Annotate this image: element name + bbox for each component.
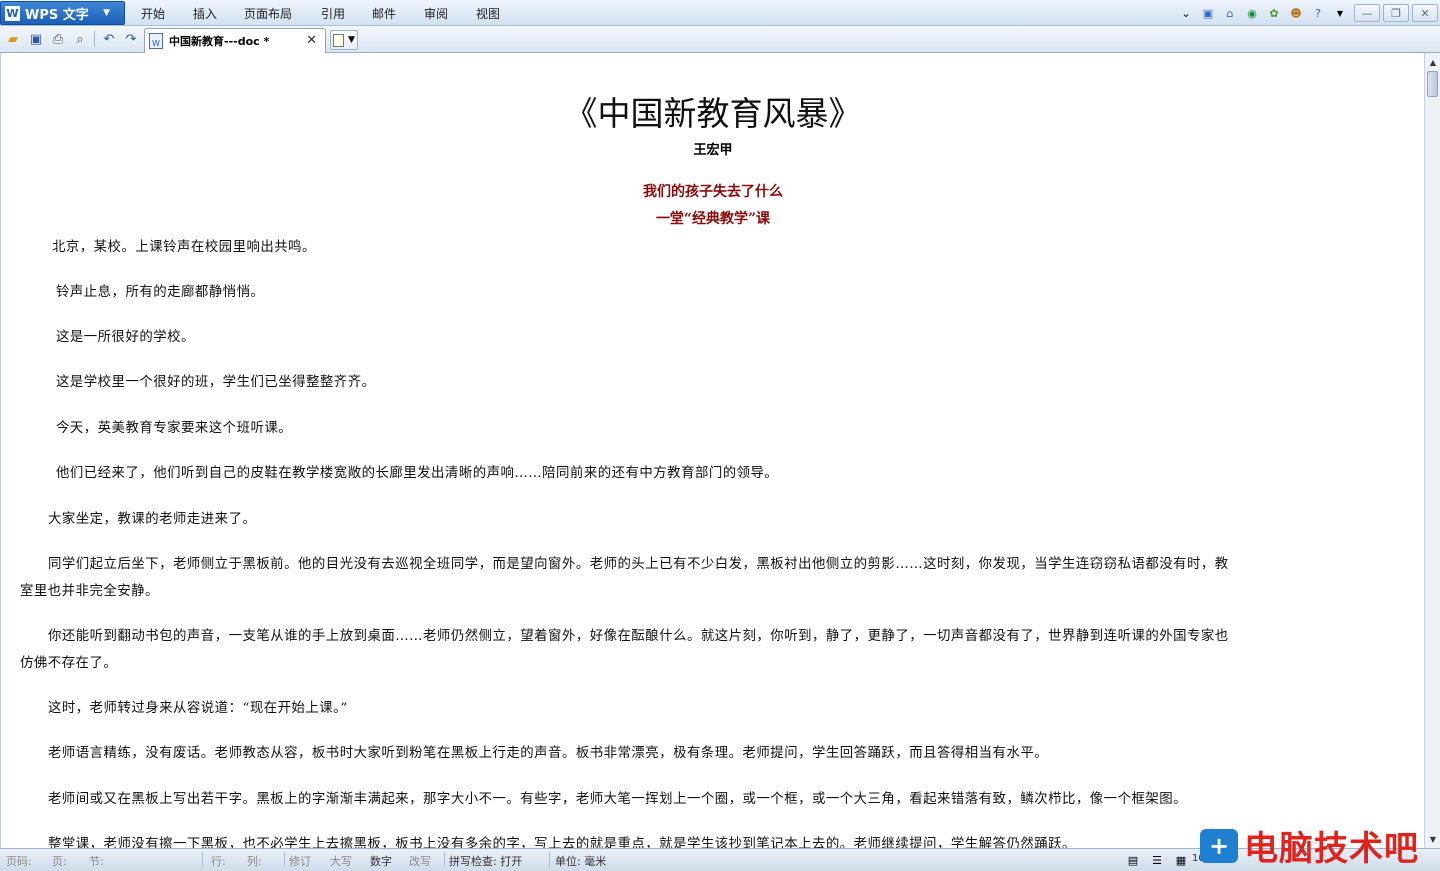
quick-toolbar: ▰ ▣ ⎙ ⌕ ↶ ↷ W 中国新教育---doc * ✕ ▼ xyxy=(0,26,1440,53)
paragraph-continuation: 室里也并非完全安静。 xyxy=(20,584,159,599)
chevron-down-icon: ▼ xyxy=(103,8,110,18)
template-icon[interactable]: ✿ xyxy=(1266,5,1282,21)
new-page-icon xyxy=(333,33,345,47)
chevron-down-icon: ▼ xyxy=(348,35,355,45)
menu-home[interactable]: 开始 xyxy=(141,5,165,22)
status-divider xyxy=(444,852,445,867)
status-page[interactable]: 页码: xyxy=(6,853,32,869)
site-watermark: + 电脑技术吧 xyxy=(1200,820,1440,871)
outline-view-icon[interactable]: ☰ xyxy=(1148,851,1166,869)
paragraph: 同学们起立后坐下，老师侧立于黑板前。他的目光没有去巡视全班同学，而是望向窗外。老… xyxy=(48,557,1229,572)
help-dropdown-icon[interactable]: ▼ xyxy=(1332,5,1348,21)
menu-mail[interactable]: 邮件 xyxy=(372,5,396,22)
status-unit[interactable]: 单位: 毫米 xyxy=(555,853,606,869)
paragraph: 北京，某校。上课铃声在校园里响出共鸣。 xyxy=(52,240,316,255)
open-folder-icon[interactable]: ▰ xyxy=(4,30,22,48)
status-col: 列: xyxy=(247,855,262,868)
status-num: 数字 xyxy=(370,855,392,868)
paragraph-continuation: 仿佛不存在了。 xyxy=(20,656,118,671)
document-title: 《中国新教育风暴》 xyxy=(564,94,862,133)
paragraph: 这时，老师转过身来从容说道：“现在开始上课。” xyxy=(48,701,348,716)
save-icon[interactable]: ▣ xyxy=(27,30,45,48)
document-tab-label: 中国新教育---doc * xyxy=(169,35,270,48)
document-tab[interactable]: W 中国新教育---doc * ✕ xyxy=(144,28,326,53)
paragraph: 这是学校里一个很好的班，学生们已坐得整整齐齐。 xyxy=(56,375,376,390)
document-canvas[interactable]: 《中国新教育风暴》 王宏甲 我们的孩子失去了什么 一堂“经典教学”课 北京，某校… xyxy=(0,53,1424,848)
close-tab-icon[interactable]: ✕ xyxy=(306,33,317,48)
wps-logo-icon: W xyxy=(5,5,20,21)
status-caps: 大写 xyxy=(330,855,352,868)
paragraph: 老师语言精练，没有废话。老师教态从容，板书时大家听到粉笔在黑板上行走的声音。板书… xyxy=(48,746,1049,761)
user-icon[interactable]: ☻ xyxy=(1288,5,1304,21)
minimize-button[interactable]: — xyxy=(1354,4,1380,22)
view-mode-buttons: ▤ ☰ ▦ xyxy=(1124,851,1196,869)
status-spell-check[interactable]: 拼写检查: 打开 xyxy=(449,853,522,869)
redo-icon[interactable]: ↷ xyxy=(122,30,140,48)
help-icon[interactable]: ? xyxy=(1310,5,1326,21)
menu-view[interactable]: 视图 xyxy=(476,5,500,22)
status-divider xyxy=(549,852,550,867)
undo-icon[interactable]: ↶ xyxy=(100,30,118,48)
status-section: 节: xyxy=(89,855,104,868)
status-overwrite[interactable]: 改写 xyxy=(409,853,431,869)
home-icon[interactable]: ⌂ xyxy=(1222,5,1238,21)
menu-review[interactable]: 审阅 xyxy=(424,5,448,22)
paragraph: 大家坐定，教课的老师走进来了。 xyxy=(48,512,257,527)
globe-icon[interactable]: ◉ xyxy=(1244,5,1260,21)
status-divider xyxy=(202,852,203,867)
document-icon: W xyxy=(149,33,163,49)
print-preview-icon[interactable]: ⌕ xyxy=(71,30,89,48)
status-divider xyxy=(284,852,285,867)
toolbar-divider xyxy=(94,31,95,47)
status-section-page: 页: xyxy=(52,855,67,868)
menu-page-layout[interactable]: 页面布局 xyxy=(244,5,292,22)
web-view-icon[interactable]: ▦ xyxy=(1172,851,1190,869)
app-name: WPS 文字 xyxy=(25,7,89,23)
vertical-scrollbar[interactable]: ▲ ▼ xyxy=(1424,53,1440,848)
scroll-up-icon[interactable]: ▲ xyxy=(1426,55,1440,69)
paragraph: 他们已经来了，他们听到自己的皮鞋在教学楼宽敞的长廊里发出清晰的声响……陪同前来的… xyxy=(56,466,779,481)
paragraph: 你还能听到翻动书包的声音，一支笔从谁的手上放到桌面……老师仍然侧立，望着窗外，好… xyxy=(48,629,1229,644)
medical-cross-icon: + xyxy=(1200,828,1238,863)
menu-insert[interactable]: 插入 xyxy=(193,5,217,22)
status-row: 行: xyxy=(211,855,226,868)
page-view-icon[interactable]: ▤ xyxy=(1124,851,1142,869)
document-subtitle: 一堂“经典教学”课 xyxy=(655,211,771,227)
menu-right-tools: ⌄ ▣ ⌂ ◉ ✿ ☻ ? ▼ — ❐ ✕ xyxy=(1175,2,1440,24)
close-button[interactable]: ✕ xyxy=(1412,4,1438,22)
paragraph: 这是一所很好的学校。 xyxy=(56,330,195,345)
menu-references[interactable]: 引用 xyxy=(321,5,345,22)
new-document-button[interactable]: ▼ xyxy=(330,30,358,50)
app-menu-button[interactable]: W WPS 文字 ▼ xyxy=(0,1,125,25)
window-switch-icon[interactable]: ▣ xyxy=(1200,5,1216,21)
paragraph: 老师间或又在黑板上写出若干字。黑板上的字渐渐丰满起来，那字大小不一。有些字，老师… xyxy=(48,792,1188,807)
ribbon-collapse-icon[interactable]: ⌄ xyxy=(1178,5,1194,21)
document-author: 王宏甲 xyxy=(693,143,733,158)
document-subtitle: 我们的孩子失去了什么 xyxy=(643,184,783,200)
watermark-text: 电脑技术吧 xyxy=(1244,829,1419,869)
paragraph: 铃声止息，所有的走廊都静悄悄。 xyxy=(56,285,265,300)
paragraph: 今天，英美教育专家要来这个班听课。 xyxy=(56,421,293,436)
menu-bar: W WPS 文字 ▼ 开始 插入 页面布局 引用 邮件 审阅 视图 ⌄ ▣ ⌂ … xyxy=(0,0,1440,26)
print-icon[interactable]: ⎙ xyxy=(49,30,67,48)
status-revise[interactable]: 修订 xyxy=(289,853,311,869)
restore-button[interactable]: ❐ xyxy=(1383,4,1409,22)
paragraph: 整堂课，老师没有擦一下黑板，也不必学生上去擦黑板，板书上没有多余的字，写上去的就… xyxy=(48,837,1076,848)
scrollbar-thumb[interactable] xyxy=(1427,71,1438,97)
